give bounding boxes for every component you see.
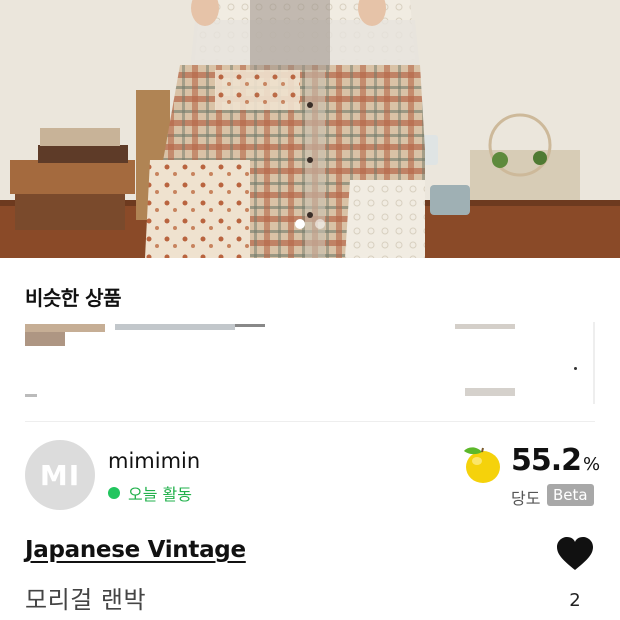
- sweetness-score[interactable]: 55.2% 당도 Beta: [460, 443, 600, 513]
- product-name: 모리걸 랜박: [25, 586, 147, 614]
- sweetness-number: 55.2: [511, 443, 582, 478]
- carousel-indicator: [0, 219, 620, 229]
- sweetness-label: 당도: [511, 489, 541, 508]
- similar-products-title: 비슷한 상품: [25, 286, 121, 310]
- seller-avatar[interactable]: MI: [25, 440, 95, 510]
- similar-products-thumbnails: [25, 322, 595, 404]
- product-image-carousel[interactable]: [0, 0, 620, 258]
- online-status-icon: [108, 487, 120, 499]
- section-divider: [25, 421, 595, 422]
- carousel-dot[interactable]: [315, 219, 325, 229]
- sweetness-unit: %: [583, 454, 600, 475]
- yellow-apple-icon: [464, 447, 500, 483]
- sweetness-value: 55.2%: [511, 443, 600, 478]
- seller-activity-status: 오늘 활동: [108, 481, 192, 505]
- like-count: 2: [569, 590, 581, 611]
- similar-products-list[interactable]: [25, 322, 595, 404]
- heart-icon[interactable]: [556, 536, 594, 572]
- seller-activity-label: 오늘 활동: [128, 485, 192, 504]
- carousel-dot-active[interactable]: [295, 219, 305, 229]
- product-category-link[interactable]: Japanese Vintage: [25, 537, 246, 563]
- seller-name[interactable]: mimimin: [108, 449, 200, 473]
- similar-products-marker: [574, 367, 577, 370]
- beta-badge: Beta: [547, 484, 594, 506]
